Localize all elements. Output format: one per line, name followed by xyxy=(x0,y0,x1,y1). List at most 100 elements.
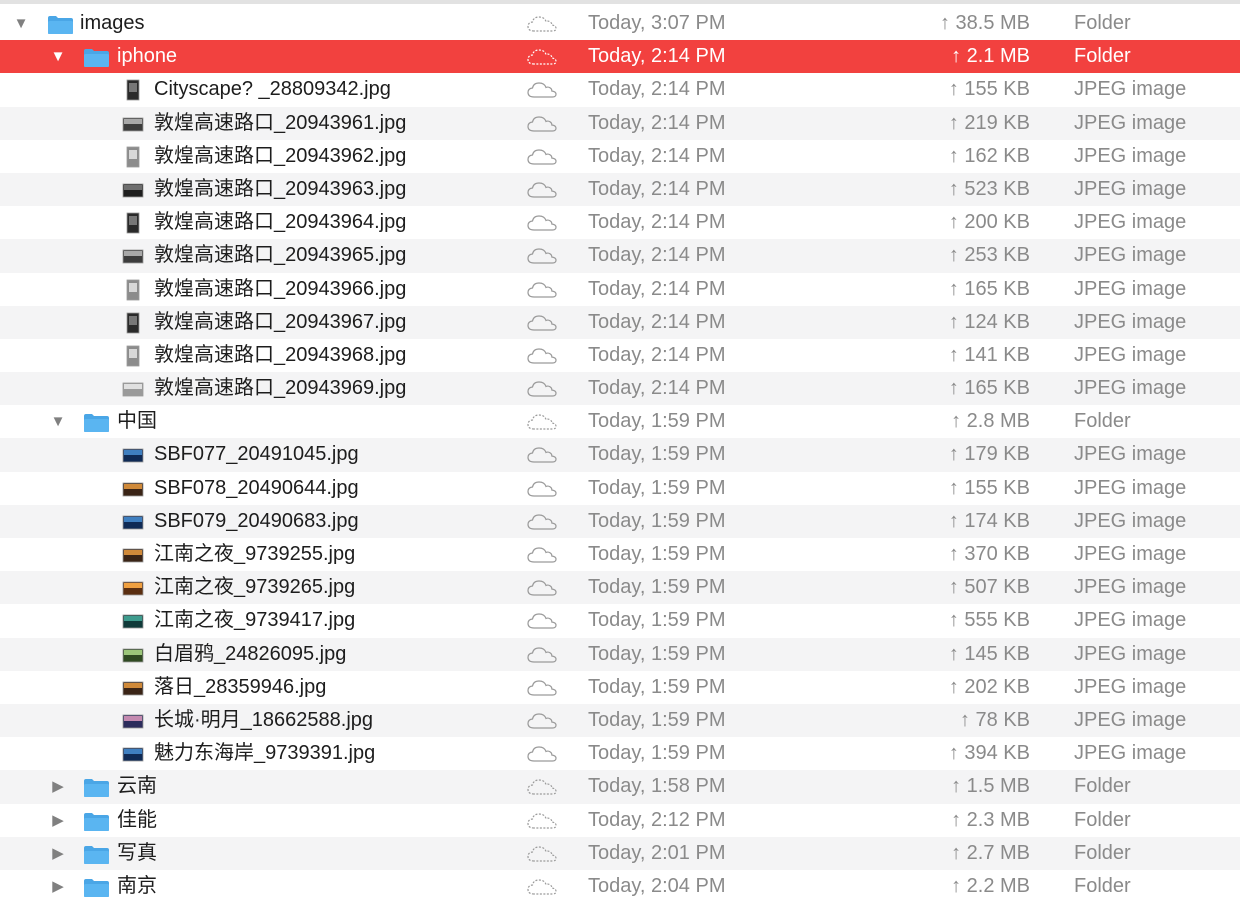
file-kind: JPEG image xyxy=(1074,377,1187,400)
file-size: ↑ 124 KB xyxy=(948,310,1030,333)
item-name[interactable]: SBF077_20491045.jpg xyxy=(154,438,359,471)
file-row[interactable]: 敦煌高速路口_20943961.jpg Today, 2:14 PM ↑ 219 K… xyxy=(0,106,1240,140)
item-name[interactable]: 长城·明月_18662588.jpg xyxy=(154,704,373,737)
folder-row[interactable]: ▼ 中国 Today, 1:59 PM ↑ 2.8 MB Folder xyxy=(0,405,1240,438)
disclosure-expanded-icon[interactable]: ▼ xyxy=(47,40,69,73)
folder-row[interactable]: ▶ 佳能 Today, 2:12 PM ↑ 2.3 MB Folder xyxy=(0,804,1240,837)
item-name[interactable]: 敦煌高速路口_20943963.jpg xyxy=(154,173,406,206)
folder-icon xyxy=(83,48,110,68)
file-row[interactable]: 魅力东海岸_9739391.jpg Today, 1:59 PM ↑ 394 KB J… xyxy=(0,737,1240,770)
item-name[interactable]: 魅力东海岸_9739391.jpg xyxy=(154,737,375,770)
file-row[interactable]: 江南之夜_9739417.jpg Today, 1:59 PM ↑ 555 KB JP… xyxy=(0,604,1240,637)
file-size: ↑ 200 KB xyxy=(948,211,1030,234)
item-name[interactable]: 敦煌高速路口_20943965.jpg xyxy=(154,239,406,272)
file-row[interactable]: 敦煌高速路口_20943965.jpg Today, 2:14 PM ↑ 253 K… xyxy=(0,239,1240,273)
file-row[interactable]: Cityscape? _28809342.jpg Today, 2:14 PM ↑ … xyxy=(0,73,1240,106)
date-modified: Today, 1:59 PM xyxy=(588,708,726,731)
file-size: ↑ 394 KB xyxy=(948,742,1030,765)
file-size: ↑ 555 KB xyxy=(948,609,1030,632)
item-name[interactable]: iphone xyxy=(117,40,177,73)
file-row[interactable]: SBF079_20490683.jpg Today, 1:59 PM ↑ 174 K… xyxy=(0,504,1240,538)
item-name[interactable]: 中国 xyxy=(117,405,157,438)
date-modified: Today, 1:59 PM xyxy=(588,476,726,499)
date-modified: Today, 2:14 PM xyxy=(588,343,726,366)
folder-icon xyxy=(83,845,110,864)
folder-row[interactable]: ▶ 南京 Today, 2:04 PM ↑ 2.2 MB Folder xyxy=(0,870,1240,903)
disclosure-expanded-icon[interactable]: ▼ xyxy=(47,405,69,438)
file-kind: JPEG image xyxy=(1074,343,1187,366)
file-size: ↑ 155 KB xyxy=(948,476,1030,499)
file-row[interactable]: SBF077_20491045.jpg Today, 1:59 PM ↑ 179 K… xyxy=(0,438,1240,472)
file-kind: JPEG image xyxy=(1074,576,1187,599)
item-name[interactable]: 敦煌高速路口_20943966.jpg xyxy=(154,273,406,306)
file-row[interactable]: 江南之夜_9739255.jpg Today, 1:59 PM ↑ 370 KB JP… xyxy=(0,538,1240,571)
file-row[interactable]: 敦煌高速路口_20943969.jpg Today, 2:14 PM ↑ 165 K… xyxy=(0,372,1240,406)
file-list[interactable]: ▼ images Today, 3:07 PM ↑ 38.5 MB Folder ▼ iph… xyxy=(0,7,1240,903)
item-name[interactable]: 敦煌高速路口_20943964.jpg xyxy=(154,206,406,239)
jpeg-thumbnail-icon xyxy=(122,677,144,699)
disclosure-expanded-icon[interactable]: ▼ xyxy=(10,7,32,40)
file-row[interactable]: 白眉鸦_24826095.jpg Today, 1:59 PM ↑ 145 KB JP… xyxy=(0,637,1240,671)
disclosure-collapsed-icon[interactable]: ▶ xyxy=(47,870,69,903)
item-name[interactable]: 南京 xyxy=(117,870,157,903)
item-name[interactable]: 江南之夜_9739265.jpg xyxy=(154,571,355,604)
folder-row[interactable]: ▶ 写真 Today, 2:01 PM ↑ 2.7 MB Folder xyxy=(0,836,1240,870)
file-size: ↑ 2.8 MB xyxy=(951,410,1030,433)
date-modified: Today, 1:59 PM xyxy=(588,742,726,765)
item-name[interactable]: 敦煌高速路口_20943968.jpg xyxy=(154,339,406,372)
file-row[interactable]: 敦煌高速路口_20943966.jpg Today, 2:14 PM ↑ 165 K… xyxy=(0,273,1240,306)
item-name[interactable]: 佳能 xyxy=(117,804,157,837)
cloud-icon xyxy=(526,214,558,232)
file-row[interactable]: SBF078_20490644.jpg Today, 1:59 PM ↑ 155 K… xyxy=(0,472,1240,505)
item-name[interactable]: SBF078_20490644.jpg xyxy=(154,472,359,505)
date-modified: Today, 1:59 PM xyxy=(588,543,726,565)
cloud-icon xyxy=(526,181,558,199)
cloud-icon xyxy=(526,579,558,597)
item-name[interactable]: 敦煌高速路口_20943969.jpg xyxy=(154,372,406,405)
file-kind: JPEG image xyxy=(1074,543,1187,565)
jpeg-thumbnail-icon xyxy=(122,544,144,566)
cloud-icon xyxy=(526,148,558,166)
folder-row[interactable]: ▶ 云南 Today, 1:58 PM ↑ 1.5 MB Folder xyxy=(0,770,1240,804)
file-kind: JPEG image xyxy=(1074,244,1187,267)
file-row[interactable]: 敦煌高速路口_20943967.jpg Today, 2:14 PM ↑ 124 K… xyxy=(0,305,1240,339)
item-name[interactable]: 写真 xyxy=(117,837,157,870)
date-modified: Today, 2:01 PM xyxy=(588,841,726,864)
file-row[interactable]: 敦煌高速路口_20943964.jpg Today, 2:14 PM ↑ 200 K… xyxy=(0,206,1240,239)
cloud-dashed-icon xyxy=(526,778,558,796)
file-kind: Folder xyxy=(1074,808,1131,831)
folder-row[interactable]: ▼ iphone Today, 2:14 PM ↑ 2.1 MB Folder xyxy=(0,40,1240,74)
item-name[interactable]: 江南之夜_9739417.jpg xyxy=(154,604,355,637)
disclosure-collapsed-icon[interactable]: ▶ xyxy=(47,804,69,837)
file-size: ↑ 2.3 MB xyxy=(951,808,1030,831)
file-row[interactable]: 敦煌高速路口_20943963.jpg Today, 2:14 PM ↑ 523 K… xyxy=(0,172,1240,207)
cloud-icon xyxy=(526,314,558,332)
file-row[interactable]: 长城·明月_18662588.jpg Today, 1:59 PM ↑ 78 KB J… xyxy=(0,703,1240,738)
folder-row[interactable]: ▼ images Today, 3:07 PM ↑ 38.5 MB Folder xyxy=(0,7,1240,40)
item-name[interactable]: 敦煌高速路口_20943961.jpg xyxy=(154,107,406,140)
item-name[interactable]: 敦煌高速路口_20943967.jpg xyxy=(154,306,406,339)
item-name[interactable]: 敦煌高速路口_20943962.jpg xyxy=(154,140,406,173)
item-name[interactable]: 落日_28359946.jpg xyxy=(154,671,326,704)
item-name[interactable]: images xyxy=(80,7,144,40)
file-row[interactable]: 敦煌高速路口_20943962.jpg Today, 2:14 PM ↑ 162 K… xyxy=(0,140,1240,173)
file-kind: JPEG image xyxy=(1074,708,1187,731)
date-modified: Today, 2:14 PM xyxy=(588,310,726,333)
file-row[interactable]: 敦煌高速路口_20943968.jpg Today, 2:14 PM ↑ 141 K… xyxy=(0,339,1240,372)
item-name[interactable]: 白眉鸦_24826095.jpg xyxy=(154,638,346,671)
item-name[interactable]: 江南之夜_9739255.jpg xyxy=(154,538,355,571)
item-name[interactable]: SBF079_20490683.jpg xyxy=(154,505,359,538)
item-name[interactable]: Cityscape? _28809342.jpg xyxy=(154,73,391,106)
disclosure-collapsed-icon[interactable]: ▶ xyxy=(47,837,69,870)
date-modified: Today, 2:14 PM xyxy=(588,111,726,134)
file-row[interactable]: 江南之夜_9739265.jpg Today, 1:59 PM ↑ 507 KB JP… xyxy=(0,571,1240,605)
file-size: ↑ 2.1 MB xyxy=(951,45,1030,68)
item-name[interactable]: 云南 xyxy=(117,770,157,803)
file-size: ↑ 1.5 MB xyxy=(951,775,1030,798)
date-modified: Today, 1:58 PM xyxy=(588,775,726,798)
cloud-dashed-icon xyxy=(526,413,558,431)
file-size: ↑ 141 KB xyxy=(948,343,1030,366)
file-row[interactable]: 落日_28359946.jpg Today, 1:59 PM ↑ 202 KB JPE… xyxy=(0,671,1240,704)
file-size: ↑ 2.7 MB xyxy=(951,841,1030,864)
disclosure-collapsed-icon[interactable]: ▶ xyxy=(47,770,69,803)
